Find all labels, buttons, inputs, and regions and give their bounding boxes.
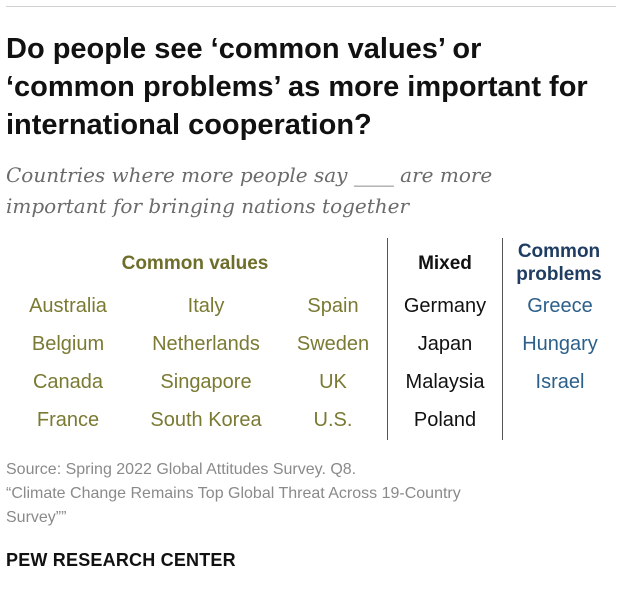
country-malaysia: Malaysia (405, 371, 485, 393)
top-rule (6, 6, 616, 7)
country-canada: Canada (32, 371, 104, 393)
country-us: U.S. (313, 409, 353, 431)
country-italy: Italy (187, 295, 225, 317)
source-line-1: Source: Spring 2022 Global Attitudes Sur… (6, 461, 357, 478)
country-south-korea: South Korea (150, 409, 262, 431)
header-mixed: Mixed (418, 253, 472, 274)
source-note: Source: Spring 2022 Global Attitudes Sur… (6, 458, 606, 530)
country-sweden: Sweden (296, 333, 370, 355)
country-australia: Australia (29, 295, 107, 317)
country-france: France (36, 409, 100, 431)
subtitle-line-2: important for bringing nations together (6, 194, 410, 218)
header-common-values: Common values (121, 253, 269, 274)
country-uk: UK (319, 371, 347, 393)
source-line-3: Survey”” (6, 509, 67, 526)
country-poland: Poland (413, 409, 477, 431)
column-divider-2 (502, 238, 503, 440)
header-common-problems: Common problems (516, 241, 602, 285)
country-netherlands: Netherlands (152, 333, 260, 355)
subtitle-line-1: Countries where more people say ____ are… (6, 163, 493, 187)
chart-subtitle: Countries where more people say ____ are… (6, 160, 606, 222)
country-germany: Germany (403, 295, 487, 317)
country-hungary: Hungary (522, 333, 598, 355)
country-belgium: Belgium (31, 333, 105, 355)
country-spain: Spain (307, 295, 359, 317)
country-japan: Japan (417, 333, 473, 355)
source-line-2: “Climate Change Remains Top Global Threa… (6, 485, 461, 502)
country-singapore: Singapore (160, 371, 252, 393)
brand-logo-text: PEW RESEARCH CENTER (6, 550, 236, 570)
country-israel: Israel (535, 371, 585, 393)
column-divider-1 (387, 238, 388, 440)
country-greece: Greece (527, 295, 593, 317)
chart-title: Do people see ‘common values’ or ‘common… (6, 33, 588, 141)
